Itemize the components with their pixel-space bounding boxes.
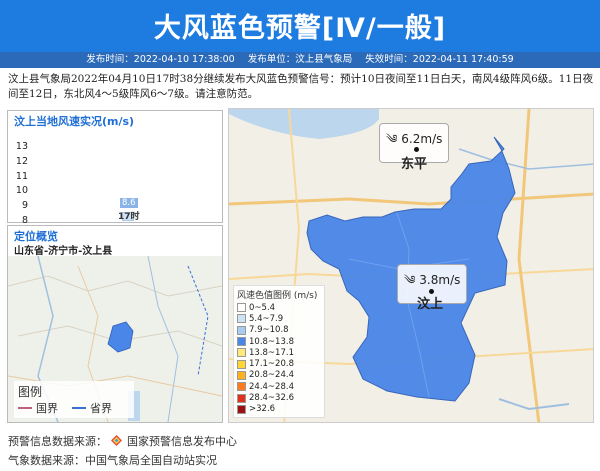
speed-bar-value: 8.6: [120, 198, 138, 209]
wind-value-wenshang: 3.8m/s: [419, 273, 461, 287]
overview-map[interactable]: 图例 国界 省界: [8, 256, 222, 422]
scale-label: 10.8~13.8: [249, 336, 294, 347]
scale-title: 风速色值图例 (m/s): [237, 291, 318, 301]
scale-label: >32.6: [249, 404, 276, 415]
legend-row-national: 国界 省界: [18, 400, 130, 416]
location-panel: 定位概览 山东省-济宁市-汶上县 图例 国界 省界: [7, 225, 223, 423]
wind-speed-title: 汶上当地风速实况(m/s): [14, 115, 135, 128]
y-tick-11: 11: [15, 170, 28, 182]
warning-source: 预警信息数据来源： 国家预警信息发布中心: [8, 433, 237, 449]
warning-source-label: 预警信息数据来源：: [8, 435, 107, 448]
page-title: 大风蓝色预警[Ⅳ/一般]: [153, 13, 447, 44]
province-border-swatch: [72, 407, 86, 409]
x-tick-label: 17时: [118, 212, 140, 222]
scale-swatch: [237, 325, 246, 335]
weather-source: 气象数据来源：中国气象局全国自动站实况: [8, 454, 217, 467]
city-label-dongping: 东平: [401, 157, 428, 172]
scale-label: 17.1~20.8: [249, 359, 294, 370]
wind-scale-legend: 风速色值图例 (m/s) 0~5.4 5.4~7.9 7.9~10.8 10.8~13…: [233, 285, 325, 418]
warning-description: 汶上县气象局2022年04月10日17时38分继续发布大风蓝色预警信号：预计10…: [8, 73, 594, 100]
scale-row: 7.9~10.8: [237, 325, 321, 336]
scale-label: 13.8~17.1: [249, 347, 294, 358]
legend-title: 图例: [18, 385, 43, 399]
scale-swatch: [237, 348, 246, 358]
scale-label: 7.9~10.8: [249, 325, 289, 336]
scale-row: 24.4~28.4: [237, 381, 321, 392]
city-label-wenshang: 汶上: [417, 297, 444, 312]
scale-swatch: [237, 382, 246, 392]
scale-row: >32.6: [237, 404, 321, 415]
wind-value-dongping: 6.2m/s: [401, 132, 443, 146]
scale-swatch: [237, 337, 246, 347]
scale-row: 17.1~20.8: [237, 358, 321, 369]
expire-time: 失效时间：2022-04-11 17:40:59: [365, 54, 514, 65]
national-border-swatch: [18, 407, 32, 409]
scale-row: 13.8~17.1: [237, 347, 321, 358]
scale-swatch: [237, 370, 246, 380]
y-tick-12: 12: [15, 155, 28, 167]
wind-icon: ༄: [404, 273, 416, 287]
y-tick-10: 10: [15, 185, 28, 197]
scale-swatch: [237, 303, 246, 313]
scale-row: 20.8~24.4: [237, 370, 321, 381]
scale-swatch: [237, 359, 246, 369]
release-center-logo-icon: [110, 435, 122, 446]
scale-row: 5.4~7.9: [237, 313, 321, 324]
publish-time: 发布时间：2022-04-10 17:38:00: [86, 54, 235, 65]
scale-label: 20.8~24.4: [249, 370, 294, 381]
scale-rows: 0~5.4 5.4~7.9 7.9~10.8 10.8~13.8 13.8~17.1 17…: [237, 302, 321, 415]
meta-bar: 发布时间：2022-04-10 17:38:00 发布单位：汶上县气象局 失效时…: [0, 52, 600, 68]
scale-label: 5.4~7.9: [249, 313, 284, 324]
y-tick-13: 13: [15, 141, 28, 152]
main-map[interactable]: ༄ 6.2m/s 东平 ༄ 3.8m/s 汶上 风速色值图例 (m/s) 0~5…: [228, 108, 594, 423]
scale-swatch: [237, 314, 246, 324]
scale-swatch: [237, 393, 246, 403]
legend-national-label: 国界: [36, 402, 58, 415]
publisher: 发布单位：汶上县气象局: [247, 54, 353, 65]
y-tick-9: 9: [21, 200, 28, 212]
scale-label: 24.4~28.4: [249, 381, 294, 392]
scale-row: 0~5.4: [237, 302, 321, 313]
wind-icon: ༄: [386, 132, 398, 146]
wind-speed-panel: 汶上当地风速实况(m/s) 13 12 11 10 9 8 8.6 17时: [7, 110, 223, 226]
warning-source-name: 国家预警信息发布中心: [127, 435, 237, 448]
scale-label: 0~5.4: [249, 302, 276, 313]
header-banner: 大风蓝色预警[Ⅳ/一般]: [0, 0, 600, 52]
scale-label: 28.4~32.6: [249, 393, 294, 404]
legend-province-label: 省界: [90, 402, 112, 415]
location-region: 山东省-济宁市-汶上县: [14, 246, 113, 257]
overview-legend: 图例 国界 省界: [14, 381, 134, 418]
scale-swatch: [237, 404, 246, 414]
city-marker-dongping[interactable]: [414, 147, 419, 152]
scale-row: 10.8~13.8: [237, 336, 321, 347]
scale-row: 28.4~32.6: [237, 392, 321, 403]
